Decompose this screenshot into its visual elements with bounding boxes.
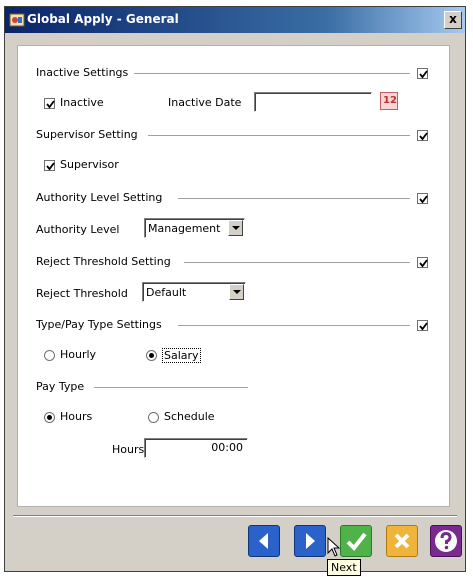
calendar-icon: 12	[383, 95, 397, 106]
apply-button[interactable]	[340, 525, 372, 557]
hourly-radio[interactable]	[44, 350, 55, 361]
inactive-date-input[interactable]	[254, 92, 372, 112]
supervisor-setting-checkbox[interactable]	[417, 130, 428, 141]
reject-threshold-divider	[184, 262, 410, 264]
footer-divider	[13, 515, 457, 517]
checkmark-icon	[419, 322, 428, 331]
window-title: Global Apply - General	[27, 12, 179, 26]
calendar-button[interactable]: 12	[380, 92, 398, 110]
arrow-left-icon	[259, 533, 268, 549]
mouse-pointer-icon	[327, 537, 341, 557]
next-button[interactable]	[294, 525, 326, 557]
checkmark-icon	[419, 195, 428, 204]
hours-field-label: Hours	[112, 443, 145, 456]
authority-level-label: Authority Level	[36, 223, 120, 236]
title-bar: Global Apply - General x	[5, 7, 465, 33]
supervisor-setting-divider	[148, 135, 410, 137]
authority-level-divider	[178, 198, 410, 200]
close-button[interactable]: x	[444, 11, 462, 29]
next-tooltip: Next	[327, 559, 361, 576]
close-icon	[394, 533, 410, 549]
reject-threshold-setting-checkbox[interactable]	[417, 257, 428, 268]
hours-radio-label: Hours	[60, 410, 93, 423]
hours-input[interactable]: 00:00	[144, 438, 248, 458]
radio-selected-dot	[149, 353, 154, 358]
inactive-checkbox-label: Inactive	[60, 96, 104, 109]
checkmark-icon	[419, 70, 428, 79]
close-icon: x	[449, 12, 457, 26]
checkmark-icon	[46, 162, 55, 171]
supervisor-checkbox[interactable]	[44, 160, 55, 171]
reject-threshold-select[interactable]: Default	[142, 282, 246, 302]
chevron-down-icon[interactable]	[228, 220, 243, 236]
inactive-settings-divider	[134, 73, 410, 75]
arrow-right-icon	[306, 533, 315, 549]
authority-level-select[interactable]: Management	[144, 218, 245, 238]
help-button[interactable]	[430, 525, 462, 557]
reject-threshold-setting-label: Reject Threshold Setting	[36, 255, 171, 268]
salary-radio[interactable]	[146, 350, 157, 361]
supervisor-setting-label: Supervisor Setting	[36, 128, 138, 141]
help-icon	[435, 530, 457, 552]
inactive-settings-label: Inactive Settings	[36, 66, 129, 79]
inactive-checkbox[interactable]	[44, 98, 55, 109]
app-icon	[9, 13, 25, 27]
settings-panel: Inactive Settings Inactive Inactive Date…	[17, 45, 450, 507]
schedule-radio[interactable]	[148, 412, 159, 423]
inactive-settings-checkbox[interactable]	[417, 68, 428, 79]
authority-level-setting-checkbox[interactable]	[417, 193, 428, 204]
reject-threshold-label: Reject Threshold	[36, 287, 128, 300]
schedule-label: Schedule	[164, 410, 215, 423]
inactive-date-label: Inactive Date	[168, 96, 242, 109]
cancel-button[interactable]	[386, 525, 418, 557]
pay-type-divider	[94, 387, 248, 389]
salary-label: Salary	[162, 348, 201, 363]
type-pay-type-divider	[178, 325, 410, 327]
hours-radio[interactable]	[44, 412, 55, 423]
authority-level-setting-label: Authority Level Setting	[36, 191, 163, 204]
checkmark-icon	[46, 100, 55, 109]
checkmark-icon	[419, 259, 428, 268]
authority-level-value: Management	[148, 222, 221, 235]
hourly-label: Hourly	[60, 348, 97, 361]
radio-selected-dot	[47, 415, 52, 420]
reject-threshold-value: Default	[146, 286, 187, 299]
global-apply-window: Global Apply - General x Inactive Settin…	[4, 6, 466, 576]
supervisor-checkbox-label: Supervisor	[60, 158, 119, 171]
checkmark-icon	[346, 532, 367, 552]
previous-button[interactable]	[248, 525, 280, 557]
chevron-down-icon[interactable]	[229, 284, 244, 300]
type-pay-type-settings-label: Type/Pay Type Settings	[36, 318, 162, 331]
checkmark-icon	[419, 132, 428, 141]
pay-type-label: Pay Type	[36, 380, 85, 393]
type-pay-type-settings-checkbox[interactable]	[417, 320, 428, 331]
